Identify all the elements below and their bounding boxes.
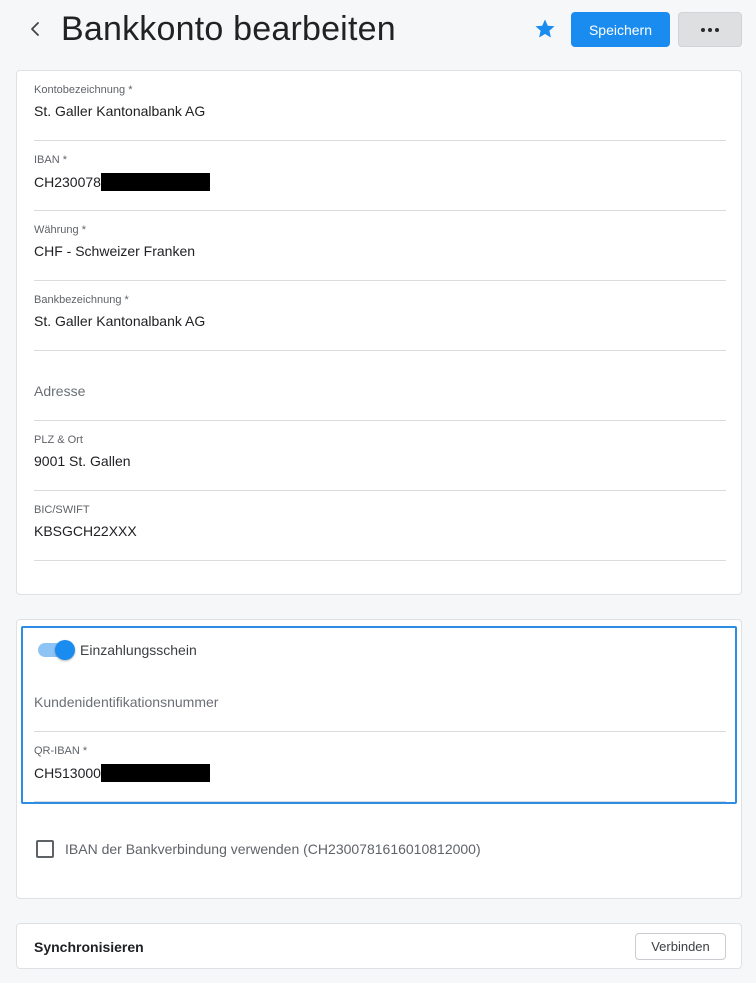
star-icon [535,19,555,38]
zip-city-value: 9001 St. Gallen [34,453,131,469]
qr-settings-box: Einzahlungsschein Kundenidentifikationsn… [21,626,737,804]
customer-id-field[interactable]: Kundenidentifikationsnummer [34,662,726,732]
bank-name-value: St. Galler Kantonalbank AG [34,313,206,329]
payment-slip-card: Einzahlungsschein Kundenidentifikationsn… [16,619,742,899]
iban-field[interactable]: IBAN * CH230078 [34,141,726,211]
customer-id-placeholder: Kundenidentifikationsnummer [34,694,219,710]
more-horizontal-icon [701,27,719,32]
iban-label: IBAN * [34,154,68,166]
more-options-button[interactable] [678,12,742,47]
bic-label: BIC/SWIFT [34,504,90,516]
qr-iban-value-wrap: CH513000 [34,764,210,782]
account-name-value: St. Galler Kantonalbank AG [34,103,206,119]
qr-iban-value: CH513000 [34,765,101,781]
qr-iban-label: QR-IBAN * [34,745,88,757]
bank-account-card: Kontobezeichnung * St. Galler Kantonalba… [16,70,742,595]
toggle-knob [55,640,75,660]
currency-label: Währung * [34,224,86,236]
page-header: Bankkonto bearbeiten Speichern [0,0,756,60]
address-placeholder: Adresse [34,383,86,399]
account-name-label: Kontobezeichnung * [34,84,133,96]
use-iban-checkbox[interactable] [36,840,54,858]
iban-value: CH230078 [34,174,101,190]
back-button[interactable] [24,16,46,42]
payment-slip-label: Einzahlungsschein [80,642,197,658]
zip-city-field[interactable]: PLZ & Ort 9001 St. Gallen [34,421,726,491]
zip-city-label: PLZ & Ort [34,434,83,446]
sync-card: Synchronisieren Verbinden [16,923,742,969]
chevron-left-icon [31,22,39,36]
account-name-field[interactable]: Kontobezeichnung * St. Galler Kantonalba… [34,71,726,141]
favorite-button[interactable] [533,17,557,41]
bank-name-field[interactable]: Bankbezeichnung * St. Galler Kantonalban… [34,281,726,351]
bank-name-label: Bankbezeichnung * [34,294,129,306]
use-iban-label[interactable]: IBAN der Bankverbindung verwenden (CH230… [65,841,481,857]
bic-value: KBSGCH22XXX [34,523,137,539]
sync-title: Synchronisieren [34,939,144,955]
page-title: Bankkonto bearbeiten [61,10,396,48]
save-button[interactable]: Speichern [571,12,670,47]
redaction-bar [100,764,210,782]
redaction-bar [100,173,210,191]
connect-button[interactable]: Verbinden [635,933,726,960]
address-field[interactable]: Adresse [34,351,726,421]
currency-value: CHF - Schweizer Franken [34,243,196,259]
iban-value-wrap: CH230078 [34,173,210,191]
currency-field[interactable]: Währung * CHF - Schweizer Franken [34,211,726,281]
payment-slip-toggle[interactable] [36,640,76,660]
qr-iban-field[interactable]: QR-IBAN * CH513000 [34,732,726,802]
bic-field[interactable]: BIC/SWIFT KBSGCH22XXX [34,491,726,561]
